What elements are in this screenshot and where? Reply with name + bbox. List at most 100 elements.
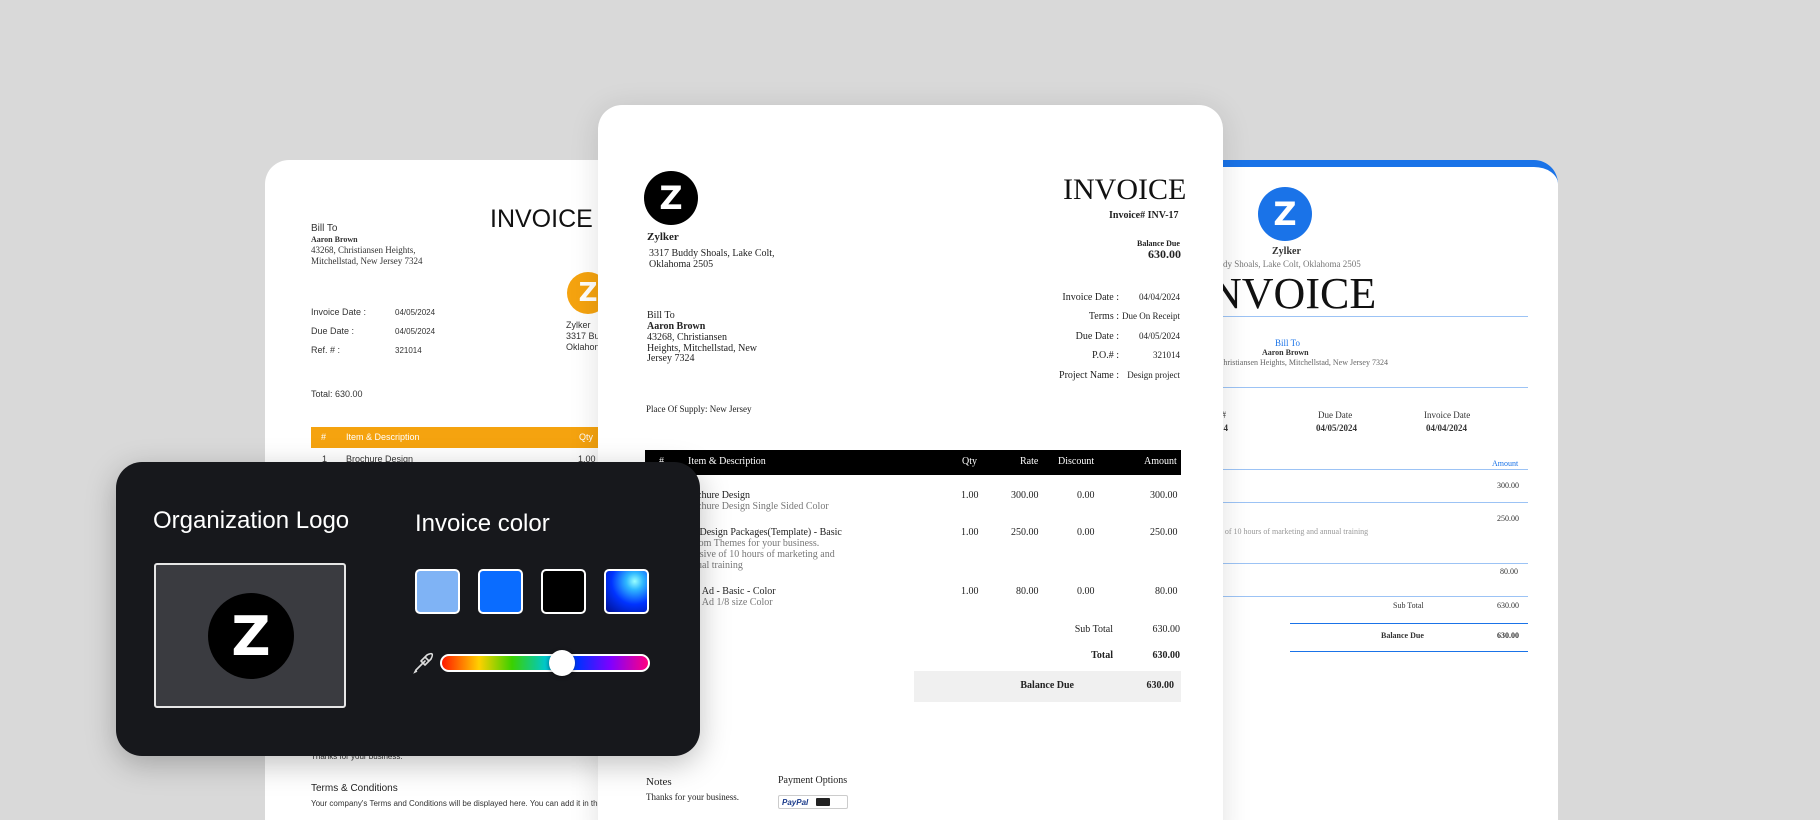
customization-panel: Organization Logo Z Invoice color	[116, 462, 700, 756]
item-discount: 0.00	[1077, 527, 1095, 538]
company-name: Zylker	[566, 320, 591, 330]
divider	[1290, 623, 1528, 624]
item-discount: 0.00	[1077, 490, 1095, 501]
invoice-title: INVOICE	[490, 205, 593, 233]
swatch-gradient[interactable]	[604, 569, 649, 614]
company-name: Zylker	[1272, 246, 1301, 257]
due-date: 04/05/2024	[1316, 423, 1358, 433]
invoice-date: 04/04/2024	[1426, 423, 1468, 433]
meta-label: P.O.# :	[1092, 350, 1119, 361]
logo-upload-box[interactable]: Z	[154, 563, 346, 708]
z-logo-icon: Z	[659, 179, 683, 217]
total-label: Total	[1091, 650, 1113, 661]
item-amount: 250.00	[1150, 527, 1178, 538]
invoice-number: Invoice# INV-17	[1109, 210, 1179, 221]
item-description: stom Themes for your business.	[692, 538, 820, 549]
bill-to-label: Bill To	[311, 223, 338, 234]
amount-2: 250.00	[1497, 514, 1519, 523]
company-name: Zylker	[647, 231, 679, 243]
item-description: ochure Design Single Sided Color	[692, 501, 829, 512]
customer-address: 8, Christiansen Heights, Mitchellstad, N…	[1210, 358, 1388, 367]
item-description: lusive of 10 hours of marketing and	[692, 549, 835, 560]
company-logo: Z	[644, 171, 698, 225]
company-logo: Z	[1258, 187, 1312, 241]
item-description: nt Ad 1/8 size Color	[692, 597, 773, 608]
col-number: #	[321, 432, 327, 442]
place-of-supply: Place Of Supply: New Jersey	[646, 404, 752, 414]
item-description: sive of 10 hours of marketing and annual…	[1210, 527, 1369, 536]
eyedropper-icon[interactable]	[412, 652, 434, 674]
balance-due-amount: 630.00	[1148, 247, 1181, 261]
meta-value: 321014	[1153, 350, 1180, 360]
terms-text: Your company's Terms and Conditions will…	[311, 799, 610, 808]
invoice-date-label: Invoice Date	[1424, 410, 1471, 420]
col-qty: Qty	[962, 456, 977, 467]
balance-due-label: Balance Due	[1381, 631, 1424, 640]
organization-logo-preview: Z	[208, 593, 294, 679]
item-amount: 80.00	[1155, 586, 1178, 597]
customer-name: Aaron Brown	[1262, 348, 1309, 357]
due-date-label: Due Date :	[311, 326, 355, 336]
item-qty: 1.00	[961, 527, 979, 538]
item-rate: 250.00	[1011, 527, 1039, 538]
bill-to-label: Bill To	[1275, 338, 1300, 348]
bill-to-label: Bill To	[647, 310, 675, 321]
balance-due-row: Balance Due 630.00	[914, 671, 1181, 702]
sub-total: 630.00	[1152, 624, 1181, 635]
customer-address-2: Mitchellstad, New Jersey 7324	[311, 256, 423, 266]
items-table-header: # Item & Description Qty	[311, 427, 610, 448]
swatch-blue[interactable]	[478, 569, 523, 614]
blue-invoice-preview[interactable]: Z Zylker uddy Shoals, Lake Colt, Oklahom…	[1210, 160, 1558, 820]
item-title: b Design Packages(Template) - Basic	[692, 527, 842, 538]
organization-logo-title: Organization Logo	[153, 507, 350, 534]
col-item: Item & Description	[346, 432, 420, 442]
divider	[1210, 316, 1528, 317]
meta-value: Due On Receipt	[1122, 311, 1180, 321]
hue-slider-handle[interactable]	[548, 650, 575, 676]
meta-label: Invoice Date :	[1062, 292, 1119, 303]
divider	[1210, 563, 1528, 564]
balance-due-label: Balance Due	[1020, 680, 1074, 691]
meta-value: 04/04/2024	[1138, 292, 1180, 302]
col-qty: Qty	[579, 432, 594, 442]
customer-name: Aaron Brown	[311, 235, 358, 244]
item-amount: 300.00	[1150, 490, 1178, 501]
amount-1: 300.00	[1497, 481, 1519, 490]
z-logo-icon: Z	[1273, 195, 1297, 233]
company-address-1: 3317 Buddy Shoals, Lake Colt,	[649, 248, 775, 259]
due-date: 04/05/2024	[395, 327, 436, 336]
sub-total-label: Sub Total	[1074, 624, 1113, 635]
company-address-1: 3317 Bu	[566, 331, 600, 341]
col-item: Item & Description	[688, 456, 766, 467]
col-discount: Discount	[1058, 456, 1095, 467]
paypal-icon: PayPal	[782, 797, 809, 807]
company-address-2: Oklahoma 2505	[649, 259, 714, 270]
company-address-2: Oklahon	[566, 342, 600, 352]
sub-total-label: Sub Total	[1393, 601, 1424, 610]
amount-3: 80.00	[1500, 567, 1518, 576]
z-logo-icon: Z	[231, 604, 271, 668]
item-title: ochure Design	[692, 490, 751, 501]
ref-number: 321014	[395, 346, 422, 355]
meta-value: 04/05/2024	[1138, 331, 1180, 341]
hue-slider[interactable]	[440, 654, 650, 672]
notes-label: Notes	[646, 776, 672, 788]
item-qty: 1.00	[961, 490, 979, 501]
item-title: nt Ad - Basic - Color	[692, 586, 776, 597]
customer-name: Aaron Brown	[647, 321, 706, 332]
sub-total: 630.00	[1497, 601, 1519, 610]
total-text: Total: 630.00	[311, 389, 363, 399]
customer-address-1: 43268, Christiansen	[647, 332, 727, 343]
swatch-black[interactable]	[541, 569, 586, 614]
col-amount: Amount	[1144, 456, 1177, 467]
invoice-color-title: Invoice color	[415, 510, 550, 537]
swatch-light-blue[interactable]	[415, 569, 460, 614]
amount-header: Amount	[1492, 459, 1519, 468]
card-icon	[816, 798, 831, 806]
customer-address-1: 43268, Christiansen Heights,	[311, 245, 416, 255]
paypal-badge[interactable]: PayPal	[778, 795, 848, 809]
z-logo-icon: Z	[578, 278, 598, 308]
meta-value: Design project	[1127, 370, 1180, 380]
notes-text: Thanks for your business.	[646, 792, 739, 802]
item-rate: 300.00	[1011, 490, 1039, 501]
